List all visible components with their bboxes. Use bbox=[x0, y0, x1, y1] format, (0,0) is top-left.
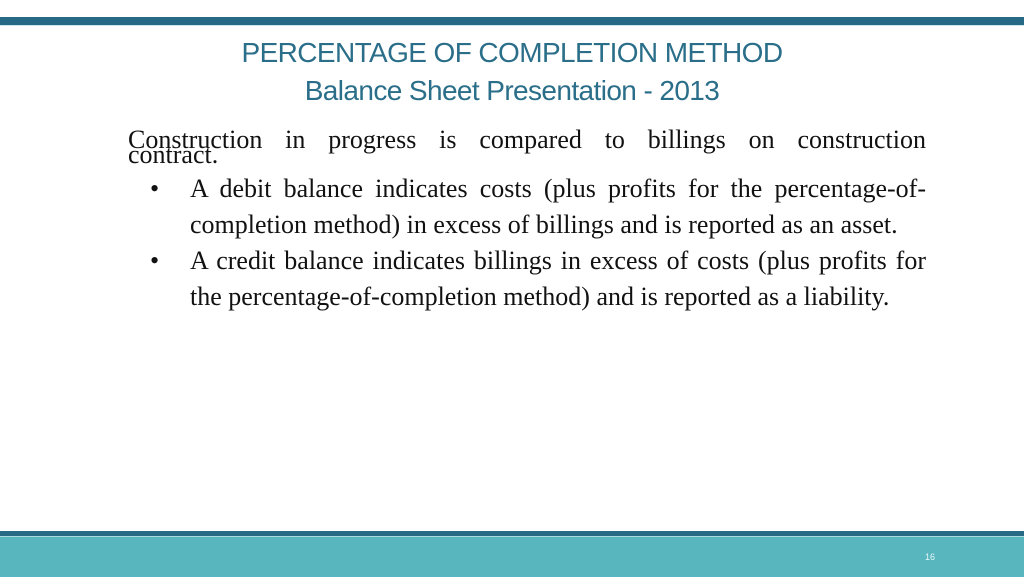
bullet-item-debit: • A debit balance indicates costs (plus … bbox=[128, 171, 926, 243]
footer-band bbox=[0, 536, 1024, 577]
bullet-icon: • bbox=[150, 174, 160, 203]
page-number: 16 bbox=[924, 552, 935, 562]
slide-title-block: PERCENTAGE OF COMPLETION METHOD Balance … bbox=[0, 34, 1024, 110]
intro-text-line-1: Construction in progress is compared to … bbox=[128, 125, 926, 154]
bullet-text: A debit balance indicates costs (plus pr… bbox=[190, 174, 926, 239]
top-accent-bar bbox=[0, 17, 1024, 26]
bullet-item-credit: • A credit balance indicates billings in… bbox=[128, 243, 926, 315]
slide-title: PERCENTAGE OF COMPLETION METHOD bbox=[241, 37, 784, 68]
slide-body: Construction in progress is compared to … bbox=[128, 123, 926, 315]
bullet-list: • A debit balance indicates costs (plus … bbox=[128, 171, 926, 315]
bullet-text: A credit balance indicates billings in e… bbox=[190, 246, 926, 311]
bullet-icon: • bbox=[150, 246, 160, 275]
slide-subtitle: Balance Sheet Presentation - 2013 bbox=[304, 75, 720, 106]
